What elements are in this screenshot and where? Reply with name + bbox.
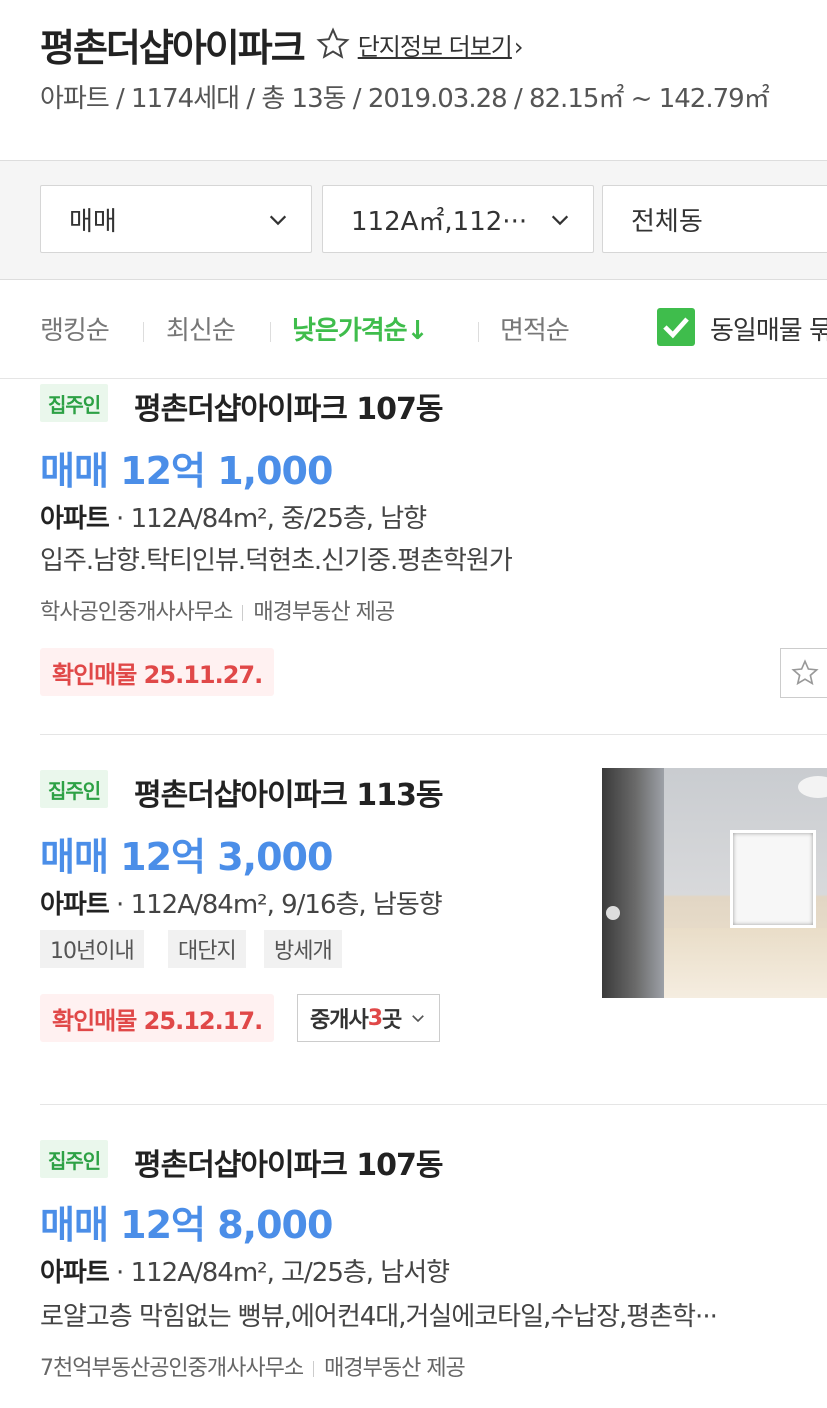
listing-spec: 아파트 · 112A/84m², 중/25층, 남향 (40, 504, 428, 534)
broker-suffix: 곳 (382, 1008, 402, 1033)
listing-divider (40, 734, 827, 735)
provider: 매경부동산 제공 (324, 1356, 466, 1381)
verified-badge: 확인매물 25.11.27. (40, 648, 275, 696)
agency-divider (242, 605, 244, 621)
listing-price: 매매 12억 3,000 (40, 835, 333, 879)
photo-window (730, 830, 816, 928)
complex-header: 평촌더샵아이파크 단지정보 더보기› 아파트 / 1174세대 / 총 13동 … (0, 0, 827, 160)
listing-spec: 아파트 · 112A/84m², 고/25층, 남서향 (40, 1258, 451, 1288)
spec-detail: 112A/84m², 9/16층, 남동향 (130, 890, 443, 920)
photo-wall (602, 768, 664, 998)
chevron-right-icon: › (513, 32, 524, 61)
listing-title: 평촌더샵아이파크 113동 (134, 778, 443, 813)
listing-description: 로얄고층 막힘없는 뻥뷰,에어컨4대,거실에코타일,수납장,평촌학··· (40, 1302, 718, 1332)
listing-title: 평촌더샵아이파크 107동 (134, 392, 443, 427)
complex-meta: 아파트 / 1174세대 / 총 13동 / 2019.03.28 / 82.1… (40, 84, 770, 114)
chevron-down-icon (412, 1015, 425, 1023)
agency-name: 7천억부동산공인중개사사무소 (40, 1356, 304, 1381)
listing-description: 입주.남향.탁티인뷰.덕현초.신기중.평촌학원가 (40, 546, 513, 576)
area-select[interactable]: 112A㎡,112··· (322, 185, 594, 253)
area-value: 112A㎡,112··· (351, 206, 528, 237)
owner-badge: 집주인 (40, 770, 109, 808)
photo-door-knob (606, 906, 620, 920)
star-icon (791, 659, 819, 686)
listing-spec: 아파트 · 112A/84m², 9/16층, 남동향 (40, 890, 443, 920)
sort-bar: 랭킹순 최신순 낮은가격순↓ 면적순 (0, 280, 827, 379)
trade-type-value: 매매 (69, 206, 117, 237)
favorite-button[interactable] (780, 648, 827, 698)
photo-floor (664, 928, 827, 998)
listing-agency: 학사공인중개사사무소 매경부동산 제공 (40, 594, 395, 626)
listing-divider (40, 1104, 827, 1105)
sort-divider (270, 322, 271, 342)
owner-badge: 집주인 (40, 1140, 109, 1178)
building-select[interactable]: 전체동 (602, 185, 827, 253)
filter-bar: 매매 112A㎡,112··· 전체동 (0, 160, 827, 280)
building-value: 전체동 (631, 206, 703, 237)
sort-low-price[interactable]: 낮은가격순↓ (292, 310, 428, 347)
sort-divider (478, 322, 479, 342)
provider: 매경부동산 제공 (253, 600, 395, 625)
listing-item[interactable]: 집주인 평촌더샵아이파크 107동 매매 12억 8,000 아파트 · 112… (40, 1136, 827, 1408)
chevron-down-icon (551, 215, 569, 226)
more-link-label: 단지정보 더보기 (357, 32, 513, 61)
property-kind: 아파트 (40, 1258, 110, 1288)
sort-divider (143, 322, 144, 342)
feature-tag: 방세개 (264, 930, 342, 968)
listing-photo[interactable] (602, 768, 827, 998)
verified-badge: 확인매물 25.12.17. (40, 994, 275, 1042)
feature-tag: 대단지 (168, 930, 246, 968)
check-icon (663, 317, 689, 339)
sort-ranking[interactable]: 랭킹순 (40, 310, 110, 347)
listing-price: 매매 12억 8,000 (40, 1203, 333, 1247)
agency-name: 학사공인중개사사무소 (40, 600, 233, 625)
complex-info-more-link[interactable]: 단지정보 더보기› (357, 27, 524, 62)
listing-item[interactable]: 집주인 평촌더샵아이파크 107동 매매 12억 1,000 아파트 · 112… (40, 380, 827, 734)
broker-prefix: 중개사 (310, 1008, 369, 1033)
feature-tag: 10년이내 (40, 930, 144, 968)
same-listing-label[interactable]: 동일매물 묶기 (710, 310, 827, 347)
star-icon[interactable] (316, 27, 350, 61)
sort-area[interactable]: 면적순 (500, 310, 570, 347)
listing-agency: 7천억부동산공인중개사사무소 매경부동산 제공 (40, 1350, 466, 1382)
broker-count-button[interactable]: 중개사 3곳 (297, 994, 441, 1042)
property-kind: 아파트 (40, 890, 110, 920)
broker-count: 3 (367, 1005, 383, 1031)
trade-type-select[interactable]: 매매 (40, 185, 312, 253)
owner-badge: 집주인 (40, 384, 109, 422)
same-listing-checkbox[interactable] (657, 308, 695, 346)
spec-detail: 112A/84m², 중/25층, 남향 (130, 504, 428, 534)
chevron-down-icon (269, 215, 287, 226)
listing-price: 매매 12억 1,000 (40, 449, 333, 493)
property-kind: 아파트 (40, 504, 110, 534)
sort-latest[interactable]: 최신순 (166, 310, 236, 347)
listing-title: 평촌더샵아이파크 107동 (134, 1148, 443, 1183)
spec-detail: 112A/84m², 고/25층, 남서향 (130, 1258, 451, 1288)
complex-name: 평촌더샵아이파크 (40, 25, 306, 70)
title-row: 평촌더샵아이파크 단지정보 더보기› (40, 16, 523, 72)
agency-divider (313, 1361, 315, 1377)
photo-lamp (798, 776, 827, 798)
